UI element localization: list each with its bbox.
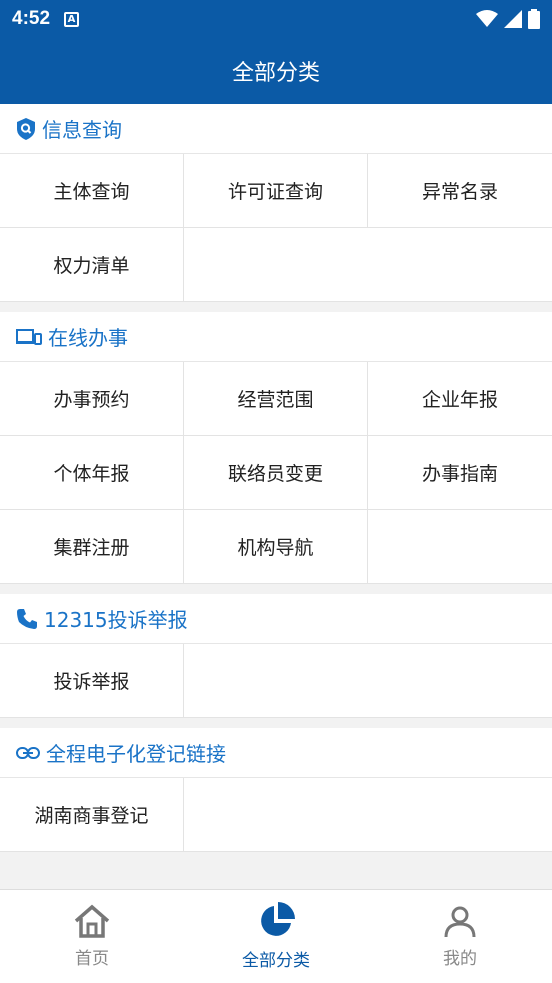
category-item[interactable]: 湖南商事登记 bbox=[0, 778, 184, 852]
section-header: 12315投诉举报 bbox=[0, 594, 552, 644]
user-icon bbox=[444, 906, 476, 938]
section-title: 全程电子化登记链接 bbox=[46, 742, 226, 766]
section-title: 在线办事 bbox=[48, 326, 128, 350]
status-time: 4:52 bbox=[12, 8, 51, 29]
notification-icon: A bbox=[64, 11, 80, 27]
category-item[interactable]: 经营范围 bbox=[184, 362, 368, 436]
tab-mine[interactable]: 我的 bbox=[368, 890, 552, 983]
section-e-registration: 全程电子化登记链接 湖南商事登记 bbox=[0, 728, 552, 852]
section-info-query: 信息查询 主体查询 许可证查询 异常名录 权力清单 bbox=[0, 104, 552, 302]
category-item[interactable]: 企业年报 bbox=[368, 362, 552, 436]
section-online-service: 在线办事 办事预约 经营范围 企业年报 个体年报 联络员变更 办事指南 集群注册… bbox=[0, 312, 552, 584]
category-item[interactable]: 异常名录 bbox=[368, 154, 552, 228]
category-item[interactable]: 投诉举报 bbox=[0, 644, 184, 718]
phone-icon bbox=[17, 608, 37, 629]
section-title: 信息查询 bbox=[42, 118, 122, 142]
status-bar: 4:52 A bbox=[0, 0, 552, 38]
app-title-bar: 全部分类 bbox=[0, 38, 552, 104]
category-item[interactable]: 集群注册 bbox=[0, 510, 184, 584]
category-list: 信息查询 主体查询 许可证查询 异常名录 权力清单 在线办事 办事预约 经营范围… bbox=[0, 104, 552, 862]
link-icon bbox=[16, 746, 40, 759]
wifi-icon bbox=[476, 10, 498, 27]
section-complaint: 12315投诉举报 投诉举报 bbox=[0, 594, 552, 718]
empty-cell bbox=[368, 228, 552, 302]
empty-cell bbox=[184, 778, 368, 852]
category-item[interactable]: 联络员变更 bbox=[184, 436, 368, 510]
tab-home[interactable]: 首页 bbox=[0, 890, 184, 983]
tab-all-categories[interactable]: 全部分类 bbox=[184, 890, 368, 983]
section-header: 全程电子化登记链接 bbox=[0, 728, 552, 778]
category-item[interactable]: 个体年报 bbox=[0, 436, 184, 510]
section-title: 12315投诉举报 bbox=[44, 608, 188, 632]
empty-cell bbox=[368, 778, 552, 852]
bottom-tab-bar: 首页 全部分类 我的 bbox=[0, 889, 552, 983]
category-item[interactable]: 主体查询 bbox=[0, 154, 184, 228]
home-icon bbox=[74, 904, 110, 938]
empty-cell bbox=[368, 510, 552, 584]
page-title: 全部分类 bbox=[231, 61, 320, 86]
signal-icon bbox=[504, 10, 522, 28]
empty-cell bbox=[184, 644, 368, 718]
category-item[interactable]: 办事预约 bbox=[0, 362, 184, 436]
tab-label: 全部分类 bbox=[242, 951, 310, 971]
search-shield-icon bbox=[17, 117, 35, 140]
category-item[interactable]: 许可证查询 bbox=[184, 154, 368, 228]
status-icons bbox=[476, 9, 540, 29]
battery-icon bbox=[528, 9, 540, 29]
tab-label: 首页 bbox=[75, 949, 109, 969]
empty-cell bbox=[184, 228, 368, 302]
section-header: 信息查询 bbox=[0, 104, 552, 154]
category-item[interactable]: 办事指南 bbox=[368, 436, 552, 510]
empty-cell bbox=[368, 644, 552, 718]
category-item[interactable]: 机构导航 bbox=[184, 510, 368, 584]
pie-chart-icon bbox=[261, 902, 295, 936]
tab-label: 我的 bbox=[443, 949, 477, 969]
category-item[interactable]: 权力清单 bbox=[0, 228, 184, 302]
devices-icon bbox=[16, 328, 42, 345]
section-header: 在线办事 bbox=[0, 312, 552, 362]
